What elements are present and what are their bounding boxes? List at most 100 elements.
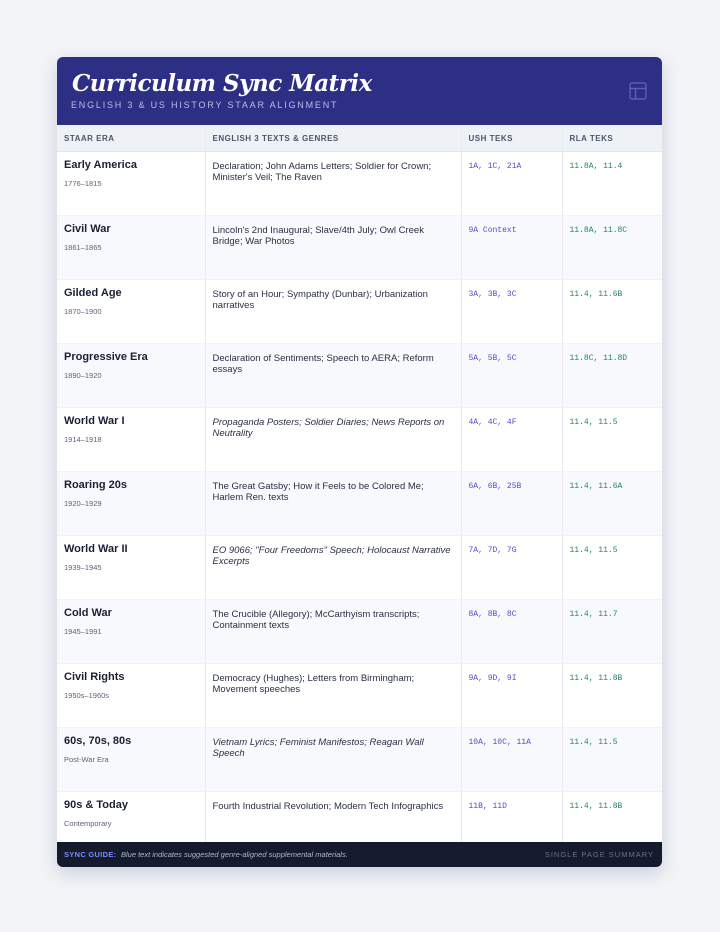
- era-dates: 1776–1815: [64, 179, 102, 188]
- table-row: Early America 1776–1815 Declaration; John …: [57, 151, 662, 216]
- ush-teks: 6A, 6B, 25B: [468, 482, 522, 491]
- rla-cell: 11.4, 11.6A: [561, 471, 662, 536]
- era-dates: 1870–1900: [64, 307, 102, 316]
- page-title: Curriculum Sync Matrix: [72, 70, 372, 97]
- era-dates: Post-War Era: [64, 755, 109, 764]
- era-cell: Cold War 1945–1991: [57, 599, 205, 664]
- ush-teks: 9A, 9D, 9I: [468, 674, 517, 683]
- table-row: Gilded Age 1870–1900 Story of an Hour; Sym…: [57, 279, 662, 344]
- table-row: Cold War 1945–1991 The Crucible (Allegory)…: [57, 599, 662, 664]
- texts-genres: The Crucible (Allegory); McCarthyism tra…: [212, 609, 420, 631]
- era-name: Roaring 20s: [64, 479, 127, 491]
- rla-teks: 11.4, 11.6A: [569, 482, 623, 491]
- table-row: World War II 1939–1945 EO 9066; "Four Free…: [57, 535, 662, 600]
- era-name: Early America: [64, 159, 137, 171]
- ush-teks: 3A, 3B, 3C: [468, 290, 517, 299]
- era-dates: Contemporary: [64, 819, 112, 828]
- texts-cell: The Crucible (Allegory); McCarthyism tra…: [204, 599, 461, 664]
- rla-cell: 11.8A, 11.8C: [561, 215, 662, 280]
- rla-teks: 11.4, 11.6B: [569, 290, 623, 299]
- era-cell: Gilded Age 1870–1900: [57, 279, 205, 344]
- rla-teks: 11.8A, 11.4: [569, 162, 623, 171]
- ush-cell: 9A, 9D, 9I: [460, 663, 562, 728]
- texts-genres: Democracy (Hughes); Letters from Birming…: [212, 673, 415, 695]
- rla-cell: 11.4, 11.5: [561, 727, 662, 792]
- texts-cell: Declaration of Sentiments; Speech to AER…: [204, 343, 461, 408]
- texts-genres: EO 9066; "Four Freedoms" Speech; Holocau…: [212, 545, 451, 567]
- era-name: 60s, 70s, 80s: [64, 735, 132, 747]
- ush-teks: 10A, 10C, 11A: [468, 738, 531, 747]
- ush-teks: 9A Context: [468, 226, 517, 235]
- table-row: Roaring 20s 1920–1929 The Great Gatsby; Ho…: [57, 471, 662, 536]
- summary-label: SINGLE PAGE SUMMARY: [544, 850, 654, 859]
- column-header-ush: USH TEKS: [460, 125, 562, 152]
- table-layout-icon: [629, 82, 647, 100]
- era-name: World War II: [64, 543, 128, 555]
- sync-guide-label: SYNC GUIDE:: [64, 850, 117, 859]
- texts-cell: Propaganda Posters; Soldier Diaries; New…: [204, 407, 461, 472]
- texts-genres: Declaration of Sentiments; Speech to AER…: [212, 353, 434, 375]
- ush-teks: 7A, 7D, 7G: [468, 546, 517, 555]
- rla-cell: 11.4, 11.7: [561, 599, 662, 664]
- texts-cell: Vietnam Lyrics; Feminist Manifestos; Rea…: [204, 727, 461, 792]
- ush-cell: 8A, 8B, 8C: [460, 599, 562, 664]
- footer: SYNC GUIDE: Blue text indicates suggeste…: [57, 842, 662, 867]
- rla-teks: 11.4, 11.8B: [569, 674, 623, 683]
- ush-cell: 7A, 7D, 7G: [460, 535, 562, 600]
- page-subtitle: ENGLISH 3 & US HISTORY STAAR ALIGNMENT: [71, 100, 339, 110]
- column-header-texts: ENGLISH 3 TEXTS & GENRES: [204, 125, 461, 152]
- table-row: Civil Rights 1950s–1960s Democracy (Hughes…: [57, 663, 662, 728]
- texts-cell: Story of an Hour; Sympathy (Dunbar); Urb…: [204, 279, 461, 344]
- column-header-era: STAAR ERA: [57, 125, 205, 152]
- era-dates: 1939–1945: [64, 563, 102, 572]
- era-cell: Early America 1776–1815: [57, 151, 205, 216]
- rla-cell: 11.8C, 11.8D: [561, 343, 662, 408]
- era-dates: 1861–1865: [64, 243, 102, 252]
- era-cell: 60s, 70s, 80s Post-War Era: [57, 727, 205, 792]
- era-cell: Roaring 20s 1920–1929: [57, 471, 205, 536]
- matrix-card: Curriculum Sync Matrix ENGLISH 3 & US HI…: [57, 57, 662, 867]
- rla-teks: 11.4, 11.5: [569, 418, 618, 427]
- ush-cell: 5A, 5B, 5C: [460, 343, 562, 408]
- texts-cell: EO 9066; "Four Freedoms" Speech; Holocau…: [204, 535, 461, 600]
- era-name: 90s & Today: [64, 799, 128, 811]
- era-name: Progressive Era: [64, 351, 148, 363]
- rla-teks: 11.4, 11.5: [569, 546, 618, 555]
- era-dates: 1890–1920: [64, 371, 102, 380]
- rla-teks: 11.4, 11.5: [569, 738, 618, 747]
- header: Curriculum Sync Matrix ENGLISH 3 & US HI…: [57, 57, 662, 125]
- era-cell: Civil War 1861–1865: [57, 215, 205, 280]
- texts-genres: Story of an Hour; Sympathy (Dunbar); Urb…: [212, 289, 428, 311]
- texts-cell: The Great Gatsby; How it Feels to be Col…: [204, 471, 461, 536]
- texts-genres: Lincoln's 2nd Inaugural; Slave/4th July;…: [212, 225, 424, 247]
- era-name: World War I: [64, 415, 125, 427]
- table-row: Civil War 1861–1865 Lincoln's 2nd Inaugura…: [57, 215, 662, 280]
- texts-cell: Lincoln's 2nd Inaugural; Slave/4th July;…: [204, 215, 461, 280]
- table-row: 60s, 70s, 80s Post-War Era Vietnam Lyrics;…: [57, 727, 662, 792]
- rla-cell: 11.4, 11.6B: [561, 279, 662, 344]
- ush-cell: 3A, 3B, 3C: [460, 279, 562, 344]
- era-dates: 1950s–1960s: [64, 691, 110, 700]
- era-cell: Civil Rights 1950s–1960s: [57, 663, 205, 728]
- table-row: Progressive Era 1890–1920 Declaration of S…: [57, 343, 662, 408]
- ush-cell: 9A Context: [460, 215, 562, 280]
- era-name: Civil Rights: [64, 671, 125, 683]
- era-name: Gilded Age: [64, 287, 122, 299]
- era-dates: 1914–1918: [64, 435, 102, 444]
- column-header-rla: RLA TEKS: [561, 125, 662, 152]
- era-cell: World War I 1914–1918: [57, 407, 205, 472]
- rla-teks: 11.4, 11.8B: [569, 802, 623, 811]
- ush-teks: 1A, 1C, 21A: [468, 162, 522, 171]
- texts-cell: Democracy (Hughes); Letters from Birming…: [204, 663, 461, 728]
- sync-guide-note: Blue text indicates suggested genre-alig…: [121, 850, 348, 859]
- rla-cell: 11.8A, 11.4: [561, 151, 662, 216]
- rla-cell: 11.4, 11.5: [561, 407, 662, 472]
- era-name: Cold War: [64, 607, 112, 619]
- texts-genres: Propaganda Posters; Soldier Diaries; New…: [212, 417, 445, 439]
- rla-teks: 11.8A, 11.8C: [569, 226, 628, 235]
- ush-teks: 4A, 4C, 4F: [468, 418, 517, 427]
- ush-teks: 5A, 5B, 5C: [468, 354, 517, 363]
- texts-genres: Vietnam Lyrics; Feminist Manifestos; Rea…: [212, 737, 424, 759]
- table-row: World War I 1914–1918 Propaganda Posters; …: [57, 407, 662, 472]
- texts-genres: Declaration; John Adams Letters; Soldier…: [212, 161, 432, 183]
